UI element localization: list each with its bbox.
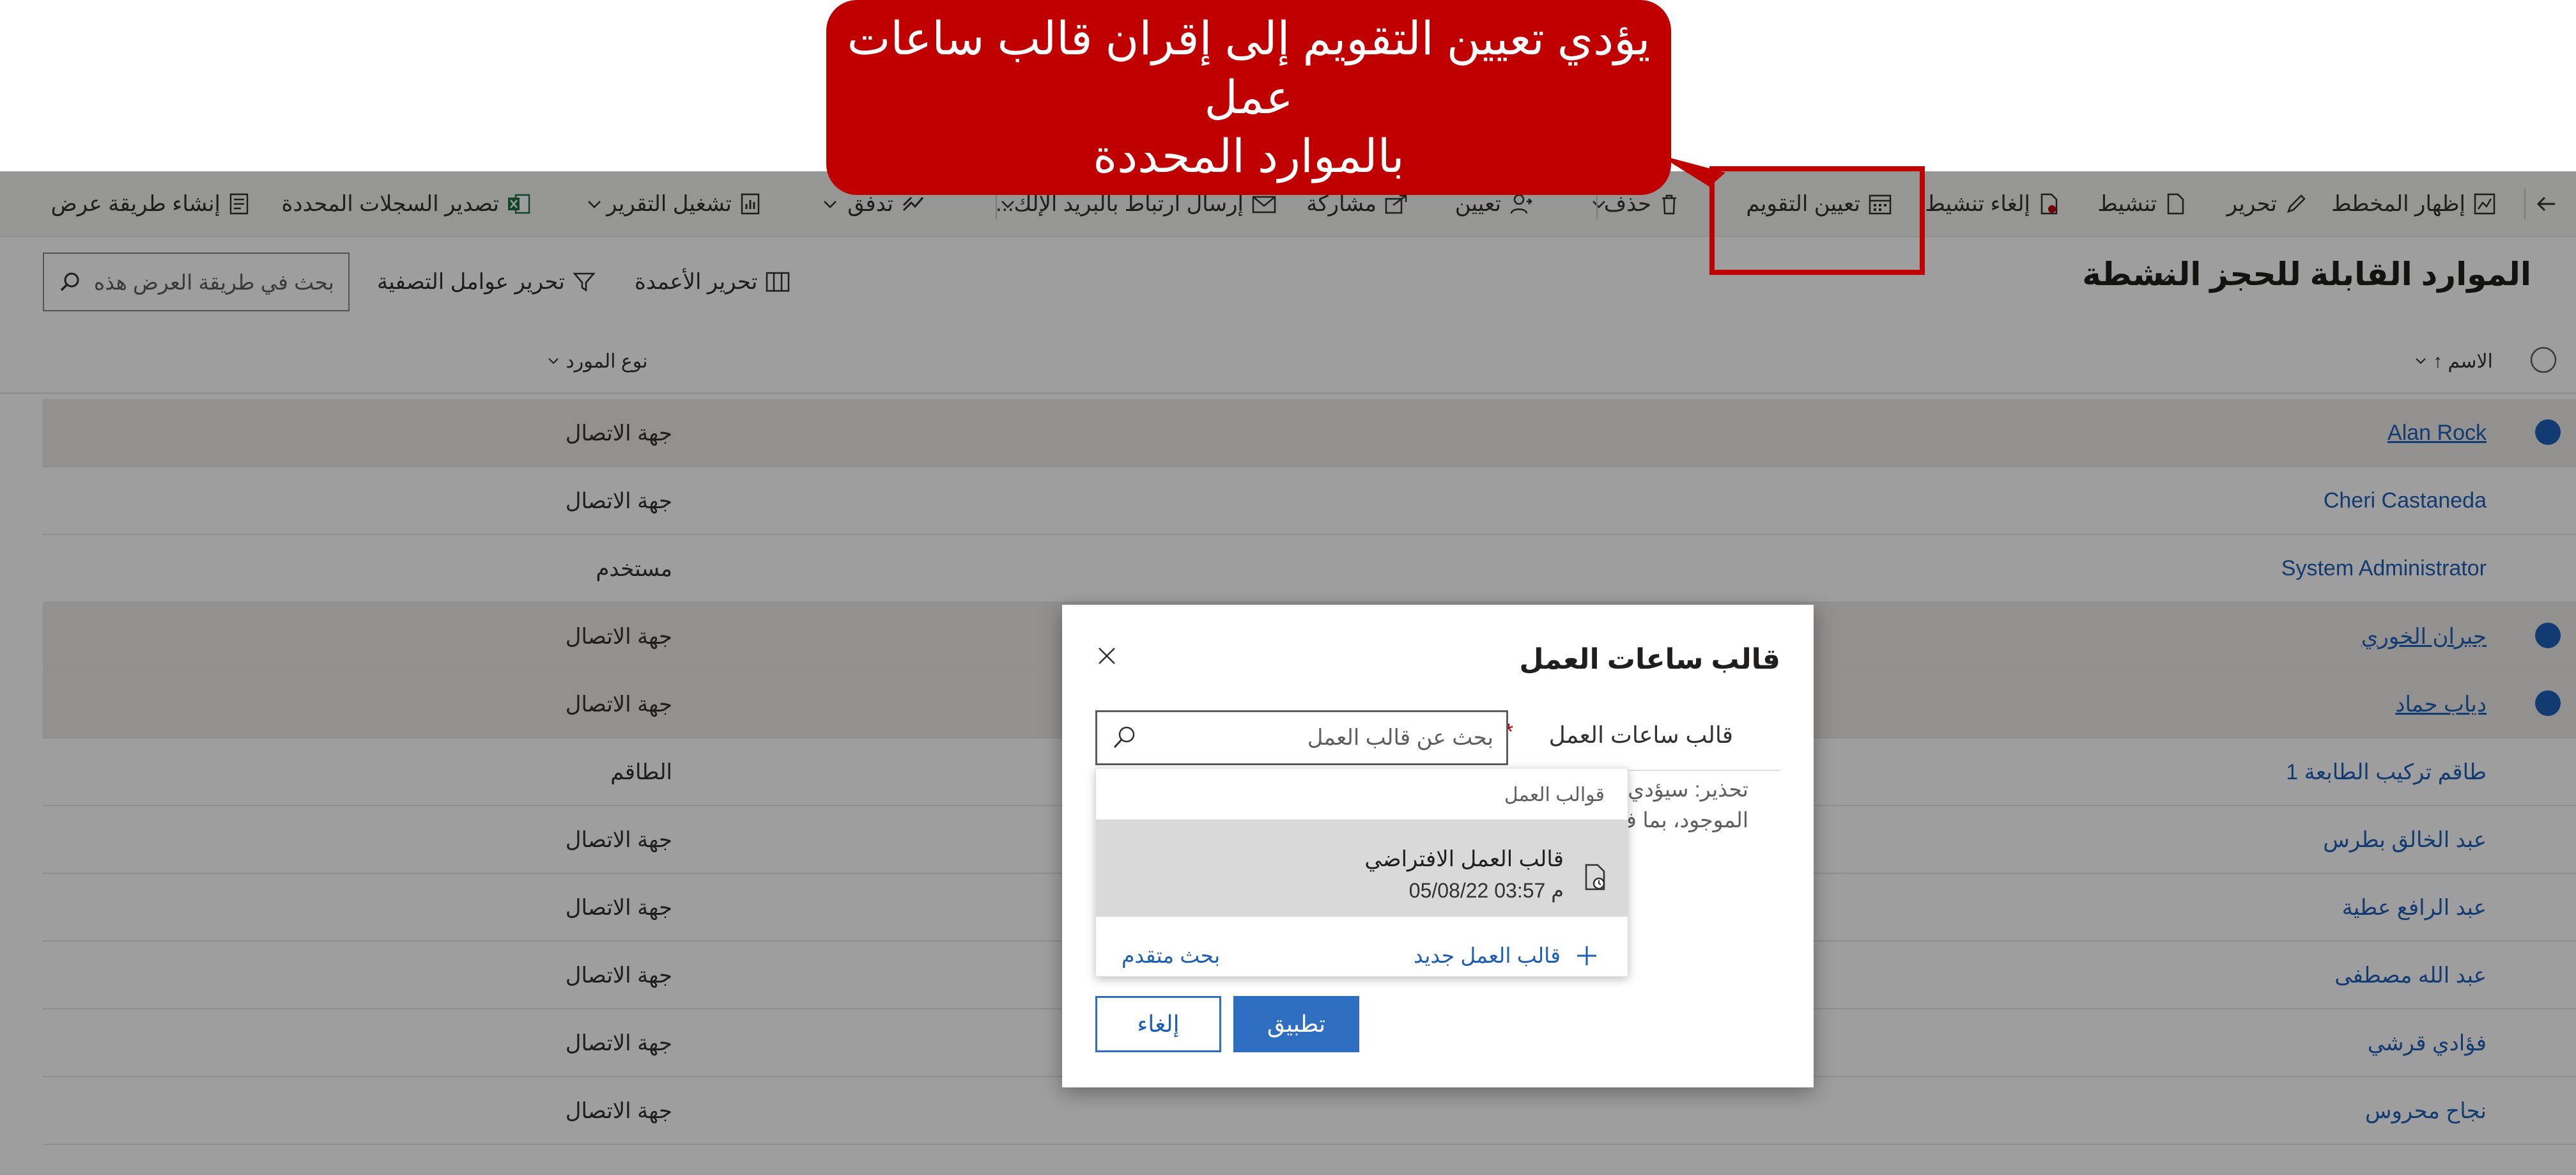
template-field-label: قالب ساعات العمل [1548,722,1733,748]
advanced-search-link[interactable]: بحث متقدم [1122,943,1220,968]
work-hours-template-dialog: قالب ساعات العمل قالب ساعات العمل * بحث … [1062,605,1814,1087]
dialog-title: قالب ساعات العمل [1519,644,1780,675]
work-template-icon [1585,864,1605,891]
template-search-placeholder: بحث عن قالب العمل [1307,726,1493,750]
search-icon[interactable] [1110,724,1138,752]
plus-icon [1577,945,1596,965]
option-date: 05/08/22 03:57 م [1408,879,1564,902]
callout-pointer-arrow [1658,155,1725,187]
dropdown-option[interactable]: قالب العمل الافتراضي 05/08/22 03:57 م [1096,820,1628,917]
template-search-input[interactable]: بحث عن قالب العمل [1095,710,1508,765]
option-name: قالب العمل الافتراضي [1364,847,1564,871]
apply-button[interactable]: تطبيق [1233,996,1359,1052]
dropdown-header: قوالب العمل [1504,784,1605,805]
cancel-button[interactable]: إلغاء [1095,996,1221,1052]
template-dropdown: قوالب العمل قالب العمل الافتراضي 05/08/2… [1095,768,1628,977]
close-icon[interactable] [1095,644,1118,667]
new-template-link[interactable]: قالب العمل جديد [1414,943,1599,968]
new-template-label: قالب العمل جديد [1413,944,1561,967]
